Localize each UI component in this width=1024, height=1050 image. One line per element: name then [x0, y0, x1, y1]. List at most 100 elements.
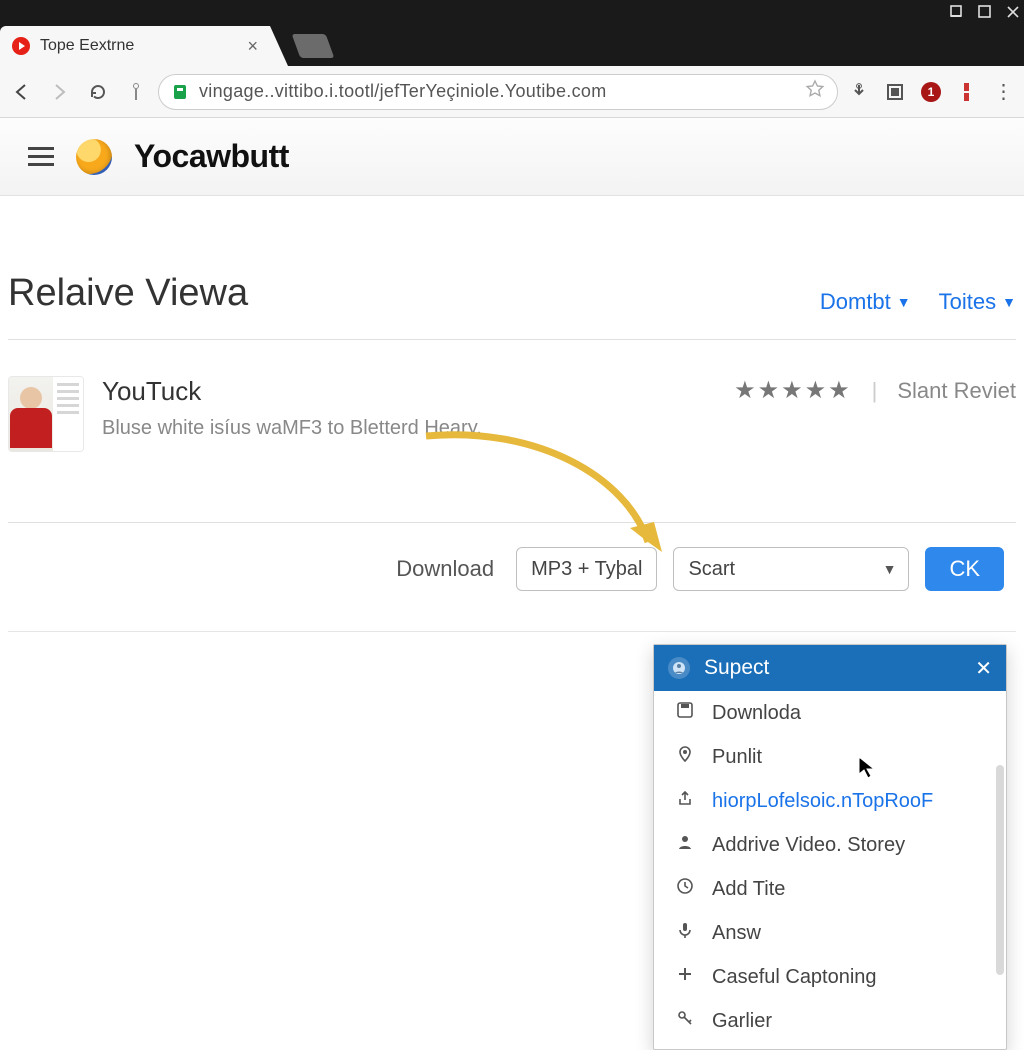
dropdown-item-label: Caseful Captoning — [712, 966, 877, 989]
reload-button[interactable] — [82, 76, 114, 108]
person-icon — [674, 833, 696, 857]
meta-divider: | — [872, 378, 878, 404]
ok-button-label: CK — [949, 556, 980, 581]
rating-stars[interactable]: ★★★★★ — [734, 376, 852, 405]
dropdown-item[interactable]: hiorpLofelsoic.nTopRooF — [654, 779, 1006, 823]
dropdown-item-label: hiorpLofelsoic.nTopRooF — [712, 790, 933, 813]
maximize-icon — [978, 5, 992, 19]
brand-logo-icon — [76, 139, 112, 175]
primary-dropdown-link[interactable]: Domtbt ▼ — [820, 289, 911, 315]
hamburger-menu-button[interactable] — [28, 147, 54, 166]
thumbnail-sidebar — [53, 377, 83, 451]
badge-count: 1 — [921, 82, 941, 102]
download-label: Download — [396, 556, 494, 582]
caret-down-icon: ▼ — [883, 561, 897, 577]
url-text: vingage..vittibo.i.tootl/jefTerYeçiniole… — [199, 81, 795, 102]
browser-tab[interactable]: Tope Eextrne × — [0, 26, 270, 66]
kebab-icon: ⋮ — [994, 79, 1013, 104]
tab-favicon — [12, 37, 30, 55]
tool-icon — [129, 82, 143, 102]
site-header: Yocawbutt — [0, 118, 1024, 196]
save-icon — [674, 701, 696, 725]
tab-title: Tope Eextrne — [40, 37, 227, 55]
dropdown-item[interactable]: Addrive Video. Storey — [654, 823, 1006, 867]
dropdown-header[interactable]: Supect ✕ — [654, 645, 1006, 691]
select-value: Scart — [688, 558, 735, 581]
result-item: YouTuck Bluse white isíus waMF3 to Blett… — [8, 340, 1016, 523]
minimize-button[interactable] — [950, 5, 964, 19]
dropdown-item-label: Punlit — [712, 746, 762, 769]
action-row: Download MP3 + Tyþal Scart ▼ CK — [8, 523, 1016, 632]
download-icon — [849, 82, 869, 102]
dropdown-header-label: Supect — [704, 656, 961, 680]
action-dropdown-panel: Supect ✕ Downloda Punlit hiorpLofelsoic.… — [653, 644, 1007, 1050]
star-icon — [805, 79, 825, 99]
thumbnail-photo — [9, 377, 53, 451]
profile-indicator[interactable] — [952, 77, 982, 107]
item-meta: ★★★★★ | Slant Reviet — [734, 376, 1016, 405]
item-info: YouTuck Bluse white isíus waMF3 to Blett… — [102, 376, 716, 440]
page-top-actions: Domtbt ▼ Toites ▼ — [820, 289, 1016, 315]
close-window-button[interactable] — [1006, 5, 1020, 19]
reload-icon — [88, 82, 108, 102]
arrow-left-icon — [12, 82, 32, 102]
extensions-menu-button[interactable] — [120, 76, 152, 108]
dropdown-item-label: Add Tite — [712, 878, 785, 901]
dropdown-item[interactable]: Add Tite — [654, 867, 1006, 911]
maximize-button[interactable] — [978, 5, 992, 19]
new-tab-button[interactable] — [292, 34, 335, 58]
extension-badge[interactable]: 1 — [916, 77, 946, 107]
format-pill[interactable]: MP3 + Tyþal — [516, 547, 657, 591]
download-arrow-button[interactable] — [844, 77, 874, 107]
page-content: Relaive Viewa Domtbt ▼ Toites ▼ YouTuck … — [0, 196, 1024, 632]
tab-strip: Tope Eextrne × — [0, 24, 1024, 66]
dropdown-item-label: Answ — [712, 922, 761, 945]
item-subtitle: Bluse white isíus waMF3 to Bletterd Hear… — [102, 417, 716, 440]
format-pill-label: MP3 + Tyþal — [531, 558, 642, 581]
mic-icon — [674, 921, 696, 945]
secondary-dropdown-label: Toites — [939, 289, 996, 315]
dropdown-item[interactable]: Caseful Captoning — [654, 955, 1006, 999]
panel-icon — [886, 83, 904, 101]
caret-down-icon: ▼ — [1002, 294, 1016, 310]
dropdown-header-icon — [668, 657, 690, 679]
nav-forward-button[interactable] — [44, 76, 76, 108]
dropdown-item-label: Downloda — [712, 702, 801, 725]
item-thumbnail[interactable] — [8, 376, 84, 452]
review-link[interactable]: Slant Reviet — [897, 378, 1016, 404]
pin-icon — [674, 745, 696, 769]
arrow-right-icon — [50, 82, 70, 102]
dropdown-scrollbar[interactable] — [996, 765, 1004, 975]
page-title: Relaive Viewa — [8, 272, 248, 315]
secondary-dropdown-link[interactable]: Toites ▼ — [939, 289, 1016, 315]
dropdown-item-label: Garlier — [712, 1010, 772, 1033]
window-controls-bar — [0, 0, 1024, 24]
share-icon — [674, 789, 696, 813]
plus-icon — [674, 965, 696, 989]
bookmark-star-button[interactable] — [805, 79, 825, 104]
dropdown-close-button[interactable]: ✕ — [975, 656, 992, 681]
action-select[interactable]: Scart ▼ — [673, 547, 909, 591]
dropdown-item[interactable]: Punlit — [654, 735, 1006, 779]
brand-name: Yocawbutt — [134, 138, 289, 175]
dropdown-item[interactable]: Garlier — [654, 999, 1006, 1043]
item-title: YouTuck — [102, 376, 716, 407]
key-icon — [674, 1009, 696, 1033]
nav-back-button[interactable] — [6, 76, 38, 108]
address-bar[interactable]: vingage..vittibo.i.tootl/jefTerYeçiniole… — [158, 74, 838, 110]
dropdown-item-label: Addrive Video. Storey — [712, 834, 905, 857]
panel-button[interactable] — [880, 77, 910, 107]
page-header-row: Relaive Viewa Domtbt ▼ Toites ▼ — [8, 224, 1016, 340]
primary-dropdown-label: Domtbt — [820, 289, 891, 315]
ok-button[interactable]: CK — [925, 547, 1004, 591]
caret-down-icon: ▼ — [897, 294, 911, 310]
close-icon — [1006, 5, 1020, 19]
browser-toolbar: vingage..vittibo.i.tootl/jefTerYeçiniole… — [0, 66, 1024, 118]
dropdown-item[interactable]: Downloda — [654, 691, 1006, 735]
clock-icon — [674, 877, 696, 901]
tab-close-button[interactable]: × — [247, 36, 258, 57]
site-secure-icon — [171, 83, 189, 101]
dropdown-item[interactable]: Answ — [654, 911, 1006, 955]
indicator-icon — [964, 83, 970, 101]
browser-menu-button[interactable]: ⋮ — [988, 77, 1018, 107]
